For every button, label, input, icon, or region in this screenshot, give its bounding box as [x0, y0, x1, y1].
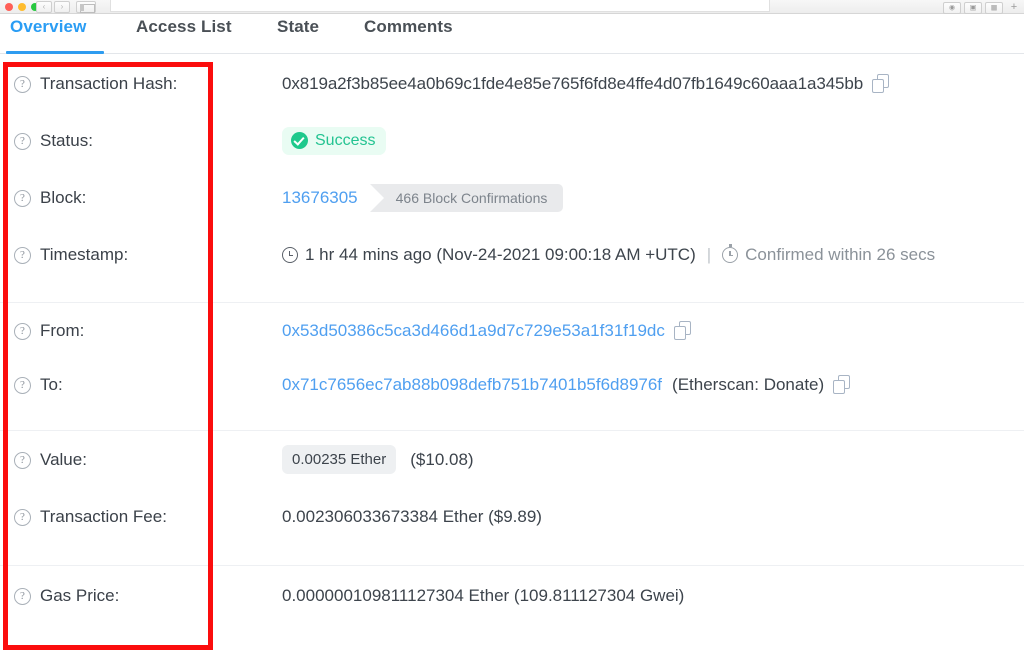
label-block: ? Block:	[0, 188, 282, 208]
value-amount: 0.00235 Ether ($10.08)	[282, 445, 1024, 474]
label-status: ? Status:	[0, 131, 282, 151]
label-text: Status:	[40, 131, 93, 151]
label-text: Transaction Fee:	[40, 507, 167, 527]
label-to: ? To:	[0, 375, 282, 395]
tab-state[interactable]: State	[277, 17, 319, 37]
status-text: Success	[315, 132, 375, 150]
window-traffic-lights	[5, 3, 39, 11]
tab-comments[interactable]: Comments	[364, 17, 453, 37]
from-address-link[interactable]: 0x53d50386c5ca3d466d1a9d7c729e53a1f31f19…	[282, 321, 665, 341]
block-confirmations-badge: 466 Block Confirmations	[370, 184, 564, 212]
share-icon[interactable]: ◉	[943, 2, 961, 14]
label-gas-price: ? Gas Price:	[0, 586, 282, 606]
help-icon[interactable]: ?	[14, 190, 31, 207]
save-icon[interactable]: ▣	[964, 2, 982, 14]
row-value: ? Value: 0.00235 Ether ($10.08)	[0, 430, 1024, 488]
help-icon[interactable]: ?	[14, 76, 31, 93]
label-value: ? Value:	[0, 450, 282, 470]
row-from: ? From: 0x53d50386c5ca3d466d1a9d7c729e53…	[0, 302, 1024, 358]
value-to: 0x71c7656ec7ab88b098defb751b7401b5f6d897…	[282, 375, 1024, 395]
separator: |	[707, 245, 711, 265]
page-root: ‹ › ◉ ▣ ▦ + Overview Access List State C…	[0, 0, 1024, 652]
confirmed-within-text: Confirmed within 26 secs	[745, 245, 935, 265]
to-address-link[interactable]: 0x71c7656ec7ab88b098defb751b7401b5f6d897…	[282, 375, 662, 395]
value-block: 13676305 466 Block Confirmations	[282, 184, 1024, 212]
browser-toolbar-right: ◉ ▣ ▦ +	[943, 1, 1022, 14]
clock-icon	[282, 247, 298, 263]
forward-button[interactable]: ›	[54, 1, 70, 13]
value-status: Success	[282, 127, 1024, 155]
row-block: ? Block: 13676305 466 Block Confirmation…	[0, 169, 1024, 226]
help-icon[interactable]: ?	[14, 509, 31, 526]
help-icon[interactable]: ?	[14, 133, 31, 150]
row-status: ? Status: Success	[0, 112, 1024, 169]
browser-chrome: ‹ › ◉ ▣ ▦ +	[0, 0, 1024, 14]
tab-bar: Overview Access List State Comments	[0, 14, 1024, 54]
label-text: Transaction Hash:	[40, 74, 177, 94]
help-icon[interactable]: ?	[14, 452, 31, 469]
fiat-amount-text: ($10.08)	[410, 450, 473, 470]
tab-active-underline	[6, 51, 104, 54]
ether-amount-pill: 0.00235 Ether	[282, 445, 396, 474]
label-text: From:	[40, 321, 84, 341]
copy-icon[interactable]	[674, 321, 691, 340]
address-bar[interactable]	[110, 0, 770, 12]
row-gas-price: ? Gas Price: 0.000000109811127304 Ether …	[0, 565, 1024, 625]
transaction-hash-text[interactable]: 0x819a2f3b85ee4a0b69c1fde4e85e765f6fd8e4…	[282, 74, 863, 94]
help-icon[interactable]: ?	[14, 323, 31, 340]
label-text: To:	[40, 375, 63, 395]
label-text: Timestamp:	[40, 245, 128, 265]
help-icon[interactable]: ?	[14, 377, 31, 394]
block-number-link[interactable]: 13676305	[282, 188, 358, 208]
new-tab-button[interactable]: +	[1006, 1, 1022, 14]
value-transaction-hash: 0x819a2f3b85ee4a0b69c1fde4e85e765f6fd8e4…	[282, 74, 1024, 94]
label-from: ? From:	[0, 321, 282, 341]
label-text: Gas Price:	[40, 586, 119, 606]
value-timestamp: 1 hr 44 mins ago (Nov-24-2021 09:00:18 A…	[282, 245, 1024, 265]
label-timestamp: ? Timestamp:	[0, 245, 282, 265]
check-circle-icon	[291, 132, 308, 149]
transaction-overview-table: ? Transaction Hash: 0x819a2f3b85ee4a0b69…	[0, 55, 1024, 625]
minimize-window-button[interactable]	[18, 3, 26, 11]
label-text: Value:	[40, 450, 87, 470]
help-icon[interactable]: ?	[14, 588, 31, 605]
label-transaction-fee: ? Transaction Fee:	[0, 507, 282, 527]
label-transaction-hash: ? Transaction Hash:	[0, 74, 282, 94]
browser-nav-buttons: ‹ ›	[36, 1, 96, 13]
stopwatch-icon	[722, 247, 738, 263]
value-gas-price: 0.000000109811127304 Ether (109.81112730…	[282, 586, 1024, 606]
tab-access-list[interactable]: Access List	[136, 17, 232, 37]
help-icon[interactable]: ?	[14, 247, 31, 264]
label-text: Block:	[40, 188, 86, 208]
value-from: 0x53d50386c5ca3d466d1a9d7c729e53a1f31f19…	[282, 321, 1024, 341]
row-transaction-hash: ? Transaction Hash: 0x819a2f3b85ee4a0b69…	[0, 55, 1024, 112]
row-timestamp: ? Timestamp: 1 hr 44 mins ago (Nov-24-20…	[0, 226, 1024, 284]
back-button[interactable]: ‹	[36, 1, 52, 13]
timestamp-text: 1 hr 44 mins ago (Nov-24-2021 09:00:18 A…	[305, 245, 696, 265]
close-window-button[interactable]	[5, 3, 13, 11]
sidebar-icon[interactable]	[76, 1, 96, 13]
row-transaction-fee: ? Transaction Fee: 0.002306033673384 Eth…	[0, 488, 1024, 546]
copy-icon[interactable]	[833, 375, 850, 394]
copy-icon[interactable]	[872, 74, 889, 93]
tab-overview[interactable]: Overview	[10, 17, 86, 37]
to-address-tag: (Etherscan: Donate)	[672, 375, 824, 395]
status-badge: Success	[282, 127, 386, 155]
row-to: ? To: 0x71c7656ec7ab88b098defb751b7401b5…	[0, 358, 1024, 411]
tabs-icon[interactable]: ▦	[985, 2, 1003, 14]
value-transaction-fee: 0.002306033673384 Ether ($9.89)	[282, 507, 1024, 527]
